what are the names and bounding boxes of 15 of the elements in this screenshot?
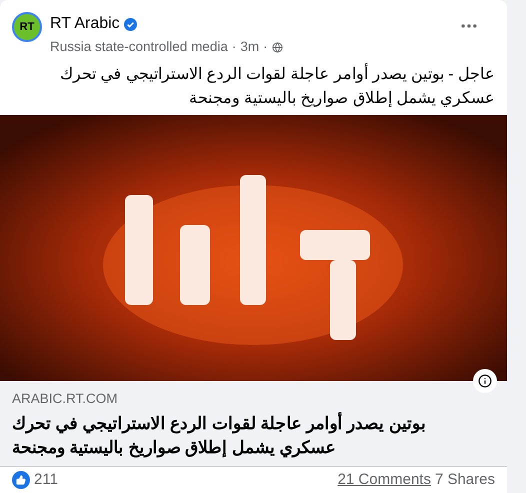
comments-link[interactable]: 21 Comments: [338, 468, 431, 491]
like-reaction-icon: [12, 470, 30, 489]
separator: ·: [263, 38, 268, 56]
link-title: بوتين يصدر أوامر عاجلة لقوات الردع الاستراتيجي في تحرك عسكري يشمل إطلاق صواريخ باليستية ومجنحة: [12, 412, 427, 460]
link-domain: ARABIC.RT.COM: [12, 390, 119, 408]
shares-count[interactable]: 7 Shares: [434, 468, 495, 491]
post-text: عاجل - بوتين يصدر أوامر عاجلة لقوات الردع الاستراتيجي في تحرك عسكري يشمل إطلاق صواريخ باليستية ومجنحة: [0, 57, 507, 116]
globe-icon: [272, 42, 283, 53]
reaction-count[interactable]: 211: [34, 468, 58, 491]
separator: ·: [232, 38, 236, 56]
media-label: Russia state-controlled media: [50, 38, 228, 56]
author-name[interactable]: RT Arabic: [50, 12, 120, 36]
post-time[interactable]: 3m: [240, 37, 260, 58]
info-icon: [478, 374, 492, 388]
avatar[interactable]: RT: [12, 12, 42, 42]
